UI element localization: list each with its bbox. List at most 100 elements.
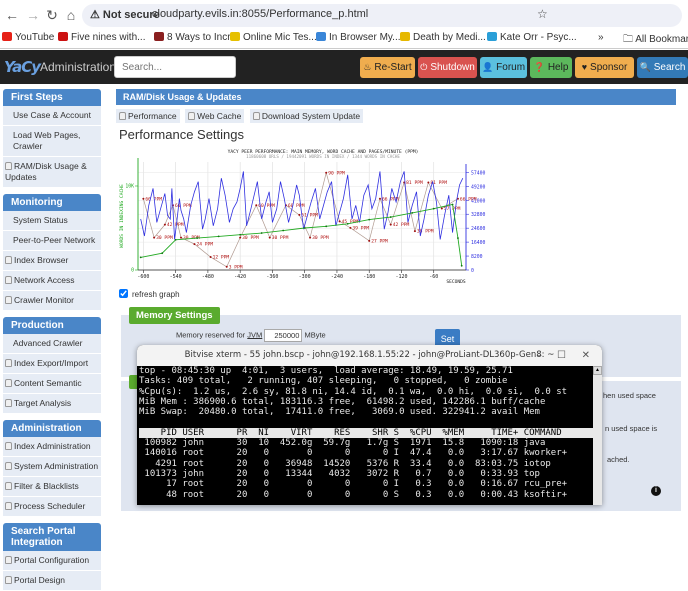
ppm-data-label: 30 PPM [312, 235, 329, 241]
sidebar-item-system-status[interactable]: System Status [3, 211, 101, 231]
tab-web-cache[interactable]: Web Cache [185, 109, 245, 123]
refresh-graph-row: refresh graph [119, 289, 180, 299]
shutdown-button[interactable]: ⏻ Shutdown [418, 57, 477, 78]
ppm-point [368, 239, 371, 242]
sidebar-item-target-analysis[interactable]: Target Analysis [3, 394, 101, 414]
ppm-data-label: 60 PPM [288, 203, 305, 209]
security-indicator[interactable]: ⚠ Not secure [90, 8, 160, 21]
bookmark-favicon-icon [487, 32, 497, 41]
x-tick-label: -240 [331, 274, 343, 280]
bookmark-favicon-icon [316, 32, 326, 41]
bookmark-star-icon[interactable]: ☆ [537, 7, 548, 21]
back-icon[interactable]: ← [4, 7, 20, 23]
yacy-logo[interactable]: YaCy [4, 58, 41, 76]
bookmarks-bar: YouTube Five nines with... 8 Ways to Incr.… [0, 29, 688, 49]
re-start-button[interactable]: ♨ Re-Start [360, 57, 415, 78]
sidebar-item-filter-blacklists[interactable]: Filter & Blacklists [3, 477, 101, 497]
terminal-summary-line: %Cpu(s): 1.2 us, 2.6 sy, 81.8 ni, 14.4 i… [139, 386, 568, 397]
memory-reserved-label: Memory reserved for [176, 330, 248, 340]
lock-icon [5, 576, 12, 584]
word-cache-point [325, 225, 328, 228]
bookmark-item[interactable]: Death by Medi... [400, 32, 486, 43]
right-y-tick-label: 16400 [471, 240, 486, 246]
bookmark-item[interactable]: YouTube [2, 32, 54, 43]
sidebar-item-label: RAM/Disk Usage & Updates [5, 161, 87, 182]
bookmark-favicon-icon [400, 32, 410, 41]
sidebar-item-label: Content Semantic [14, 378, 82, 388]
process-table-header: PID USER PR NI VIRT RES SHR S %CPU %MEM … [139, 427, 602, 439]
address-bar[interactable]: ⚠ Not secure cloudparty.evils.in:8055/Pe… [82, 4, 682, 27]
bookmark-item[interactable]: Kate Orr - Psyc... [487, 32, 577, 43]
sidebar-item-peer-to-peer-network[interactable]: Peer-to-Peer Network [3, 231, 101, 251]
lock-icon [119, 112, 126, 120]
browser-toolbar: ← → ↻ ⌂ ⚠ Not secure cloudparty.evils.in… [0, 0, 688, 30]
tab-label: Web Cache [197, 111, 242, 121]
sidebar-item-process-scheduler[interactable]: Process Scheduler [3, 497, 101, 517]
reload-icon[interactable]: ↻ [44, 7, 60, 24]
sidebar-item-label: Peer-to-Peer Network [13, 235, 96, 245]
tab-performance[interactable]: Performance [116, 109, 180, 123]
bookmark-item[interactable]: Online Mic Tes... [230, 32, 317, 43]
search-button[interactable]: 🔍 Search [637, 57, 688, 78]
minimize-icon[interactable]: – [537, 345, 542, 366]
close-icon[interactable]: ✕ [582, 345, 590, 366]
word-cache-point [174, 238, 177, 241]
maximize-icon[interactable]: ☐ [557, 345, 566, 366]
info-icon[interactable]: i [651, 486, 661, 496]
terminal-scrollbar[interactable]: ▲ [593, 366, 602, 505]
right-y-tick-label: 0 [471, 268, 474, 274]
sidebar-item-load-web-pages-crawler[interactable]: Load Web Pages, Crawler [3, 126, 101, 157]
word-cache-point [260, 232, 263, 234]
lock-icon [5, 399, 12, 407]
home-icon[interactable]: ⌂ [63, 7, 79, 23]
sidebar-item-network-access[interactable]: Network Access [3, 271, 101, 291]
sidebar-item-content-semantic[interactable]: Content Semantic [3, 374, 101, 394]
lock-icon [5, 162, 12, 170]
user-icon: 👤 [481, 62, 494, 72]
ppm-point [193, 243, 196, 246]
tab-download-system-update[interactable]: Download System Update [249, 109, 364, 123]
sidebar-item-system-administration[interactable]: System Administration [3, 457, 101, 477]
sidebar-item-index-export-import[interactable]: Index Export/Import [3, 354, 101, 374]
section-header: RAM/Disk Usage & Updates [116, 89, 676, 105]
sidebar-section-header: Search Portal Integration [3, 523, 101, 551]
right-y-tick-label: 8200 [471, 254, 483, 260]
refresh-graph-checkbox[interactable] [119, 289, 128, 298]
bookmark-label: YouTube [15, 32, 55, 43]
more-bookmarks-button[interactable]: » [598, 32, 604, 43]
sidebar-section-header: Administration [3, 420, 101, 437]
sidebar-item-label: Portal Design [14, 575, 66, 585]
bookmark-label: Online Mic Tes... [243, 32, 317, 43]
sidebar-item-crawler-monitor[interactable]: Crawler Monitor [3, 291, 101, 311]
bookmark-favicon-icon [230, 32, 240, 41]
sponsor-button[interactable]: ♥ Sponsor [575, 57, 634, 78]
sidebar-item-label: Target Analysis [14, 398, 72, 408]
sidebar-item-advanced-crawler[interactable]: Advanced Crawler [3, 334, 101, 354]
navbar-search-input[interactable] [114, 56, 236, 78]
url-text[interactable]: cloudparty.evils.in:8055/Performance_p.h… [152, 8, 368, 20]
bookmark-item[interactable]: Five nines with... [58, 32, 145, 43]
sidebar-item-index-administration[interactable]: Index Administration [3, 437, 101, 457]
terminal-window[interactable]: Bitvise xterm - 55 john.bscp - john@192.… [137, 345, 602, 505]
folder-icon: 🗀 [623, 34, 636, 45]
forum-button[interactable]: 👤 Forum [480, 57, 527, 78]
sidebar-item-use-case-account[interactable]: Use Case & Account [3, 106, 101, 126]
ppm-point [427, 181, 430, 184]
terminal-titlebar[interactable]: Bitvise xterm - 55 john.bscp - john@192.… [137, 345, 602, 366]
forward-icon[interactable]: → [25, 7, 41, 23]
all-bookmarks-button[interactable]: 🗀 All Bookmarks [623, 32, 688, 49]
sidebar-item-ram-disk-usage-updates[interactable]: RAM/Disk Usage & Updates [3, 157, 101, 188]
sidebar-item-portal-design[interactable]: Portal Design [3, 571, 101, 591]
sidebar-section-header: Monitoring [3, 194, 101, 211]
help-button[interactable]: ❓ Help [530, 57, 572, 78]
word-cache-point [460, 264, 463, 267]
memory-value-input[interactable]: 250000 [264, 329, 303, 342]
sidebar-item-index-browser[interactable]: Index Browser [3, 251, 101, 271]
scroll-up-icon[interactable]: ▲ [593, 366, 602, 375]
performance-chart-svg: YACY PEER PERFORMANCE: MAIN MEMORY, WORD… [118, 148, 496, 285]
bookmark-item[interactable]: In Browser My... [316, 32, 401, 43]
right-y-tick-label: 57400 [471, 170, 486, 176]
terminal-output[interactable]: top - 08:45:30 up 4:01, 3 users, load av… [137, 366, 602, 500]
bookmark-item[interactable]: 8 Ways to Incr... [154, 32, 238, 43]
sidebar-item-portal-configuration[interactable]: Portal Configuration [3, 551, 101, 571]
